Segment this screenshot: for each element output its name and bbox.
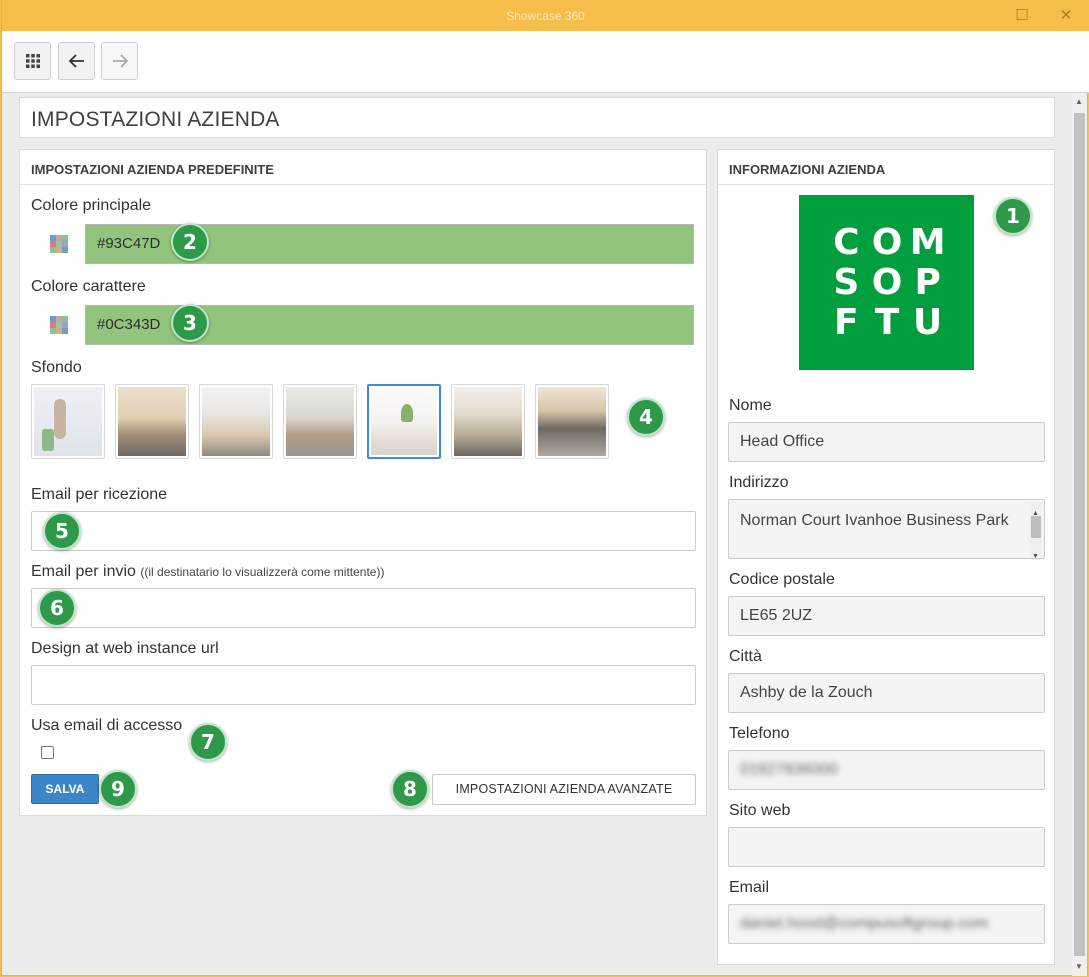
scroll-down-icon[interactable]: ▼ bbox=[1075, 962, 1083, 971]
font-color-label: Colore carattere bbox=[31, 278, 146, 295]
phone-value: 01827836000 bbox=[740, 761, 838, 778]
logo-letter: O bbox=[871, 262, 903, 303]
title-bar: Showcase 360 ☐ ✕ bbox=[2, 0, 1089, 31]
postcode-label: Codice postale bbox=[729, 571, 835, 588]
background-option[interactable] bbox=[451, 384, 525, 459]
app-window: Showcase 360 ☐ ✕ ▲ ▼ IMPOSTAZIONI AZIEND… bbox=[1, 0, 1089, 976]
back-button[interactable] bbox=[58, 42, 95, 80]
logo-letter: S bbox=[833, 262, 860, 303]
annotation-badge: 1 bbox=[994, 197, 1032, 235]
background-option[interactable] bbox=[31, 384, 105, 459]
address-label: Indirizzo bbox=[729, 474, 789, 491]
page-title: IMPOSTAZIONI AZIENDA bbox=[31, 108, 280, 131]
background-option[interactable] bbox=[115, 384, 189, 459]
background-option[interactable] bbox=[283, 384, 357, 459]
logo-letter: F bbox=[834, 302, 859, 343]
email-send-label-text: Email per invio bbox=[31, 563, 136, 580]
save-button[interactable]: SALVA bbox=[31, 774, 99, 804]
apps-grid-button[interactable] bbox=[14, 42, 51, 80]
email-label: Email bbox=[729, 879, 770, 896]
logo-letter: T bbox=[874, 302, 900, 343]
annotation-badge: 5 bbox=[43, 512, 81, 550]
name-label: Nome bbox=[729, 397, 772, 414]
address-text: Norman Court Ivanhoe Business Park bbox=[740, 512, 1009, 529]
page-header: IMPOSTAZIONI AZIENDA bbox=[19, 97, 1055, 138]
annotation-badge: 8 bbox=[391, 770, 429, 808]
window-title: Showcase 360 bbox=[506, 9, 585, 23]
toolbar bbox=[2, 31, 1089, 93]
forward-button[interactable] bbox=[101, 42, 138, 80]
design-url-field[interactable] bbox=[31, 665, 696, 705]
background-option[interactable] bbox=[535, 384, 609, 459]
grid-icon bbox=[25, 54, 40, 68]
annotation-badge: 4 bbox=[627, 398, 665, 436]
annotation-badge: 6 bbox=[38, 589, 76, 627]
logo-letter: U bbox=[913, 302, 943, 343]
city-label: Città bbox=[729, 648, 762, 665]
name-field[interactable]: Head Office bbox=[728, 422, 1045, 462]
website-label: Sito web bbox=[729, 802, 791, 819]
design-url-label: Design at web instance url bbox=[31, 640, 219, 657]
panel-title: INFORMAZIONI AZIENDA bbox=[718, 150, 1054, 185]
website-field[interactable] bbox=[728, 827, 1045, 867]
maximize-icon[interactable]: ☐ bbox=[1012, 6, 1032, 26]
logo-letters: C O M S O P F T U bbox=[826, 223, 948, 343]
color-palette-icon[interactable] bbox=[49, 315, 69, 335]
use-login-email-checkbox[interactable] bbox=[41, 746, 54, 759]
scroll-up-icon[interactable]: ▲ bbox=[1075, 97, 1083, 106]
annotation-badge: 9 bbox=[99, 770, 137, 808]
logo-letter: M bbox=[909, 222, 946, 263]
scroll-down-icon[interactable]: ▼ bbox=[1032, 546, 1039, 568]
phone-field[interactable]: 01827836000 bbox=[728, 750, 1045, 790]
address-scrollbar[interactable]: ▲ ▼ bbox=[1030, 502, 1042, 560]
phone-label: Telefono bbox=[729, 725, 790, 742]
panel-title: IMPOSTAZIONI AZIENDA PREDEFINITE bbox=[20, 150, 706, 185]
email-value: daniel.hood@compusoftgroup.com bbox=[740, 915, 989, 932]
city-field[interactable]: Ashby de la Zouch bbox=[728, 673, 1045, 713]
annotation-badge: 7 bbox=[189, 723, 227, 761]
address-scrollbar-thumb[interactable] bbox=[1031, 516, 1041, 538]
email-receive-label: Email per ricezione bbox=[31, 486, 168, 503]
background-option[interactable] bbox=[199, 384, 273, 459]
address-field[interactable]: Norman Court Ivanhoe Business Park ▲ ▼ bbox=[728, 499, 1045, 560]
annotation-badge: 2 bbox=[171, 223, 209, 261]
background-label: Sfondo bbox=[31, 359, 82, 376]
background-option-selected[interactable] bbox=[367, 384, 441, 459]
postcode-field[interactable]: LE65 2UZ bbox=[728, 596, 1045, 636]
arrow-left-icon bbox=[68, 54, 84, 68]
email-send-label: Email per invio ((il destinatario lo vis… bbox=[31, 563, 384, 581]
use-login-email-label: Usa email di accesso bbox=[31, 717, 183, 734]
email-receive-field[interactable] bbox=[31, 511, 696, 551]
logo-letter: P bbox=[914, 262, 941, 303]
annotation-badge: 3 bbox=[171, 304, 209, 342]
arrow-right-icon bbox=[112, 54, 128, 68]
email-send-note: ((il destinatario lo visualizzerà come m… bbox=[140, 565, 385, 579]
color-palette-icon[interactable] bbox=[49, 234, 69, 254]
company-logo: C O M S O P F T U bbox=[799, 195, 974, 370]
email-field[interactable]: daniel.hood@compusoftgroup.com bbox=[728, 904, 1045, 944]
logo-letter: C bbox=[833, 222, 860, 263]
primary-color-label: Colore principale bbox=[31, 197, 152, 214]
page-scrollbar-thumb[interactable] bbox=[1074, 113, 1085, 956]
close-icon[interactable]: ✕ bbox=[1056, 6, 1076, 26]
advanced-settings-button[interactable]: IMPOSTAZIONI AZIENDA AVANZATE bbox=[432, 774, 696, 805]
email-send-field[interactable] bbox=[31, 588, 696, 628]
logo-letter: O bbox=[871, 222, 903, 263]
